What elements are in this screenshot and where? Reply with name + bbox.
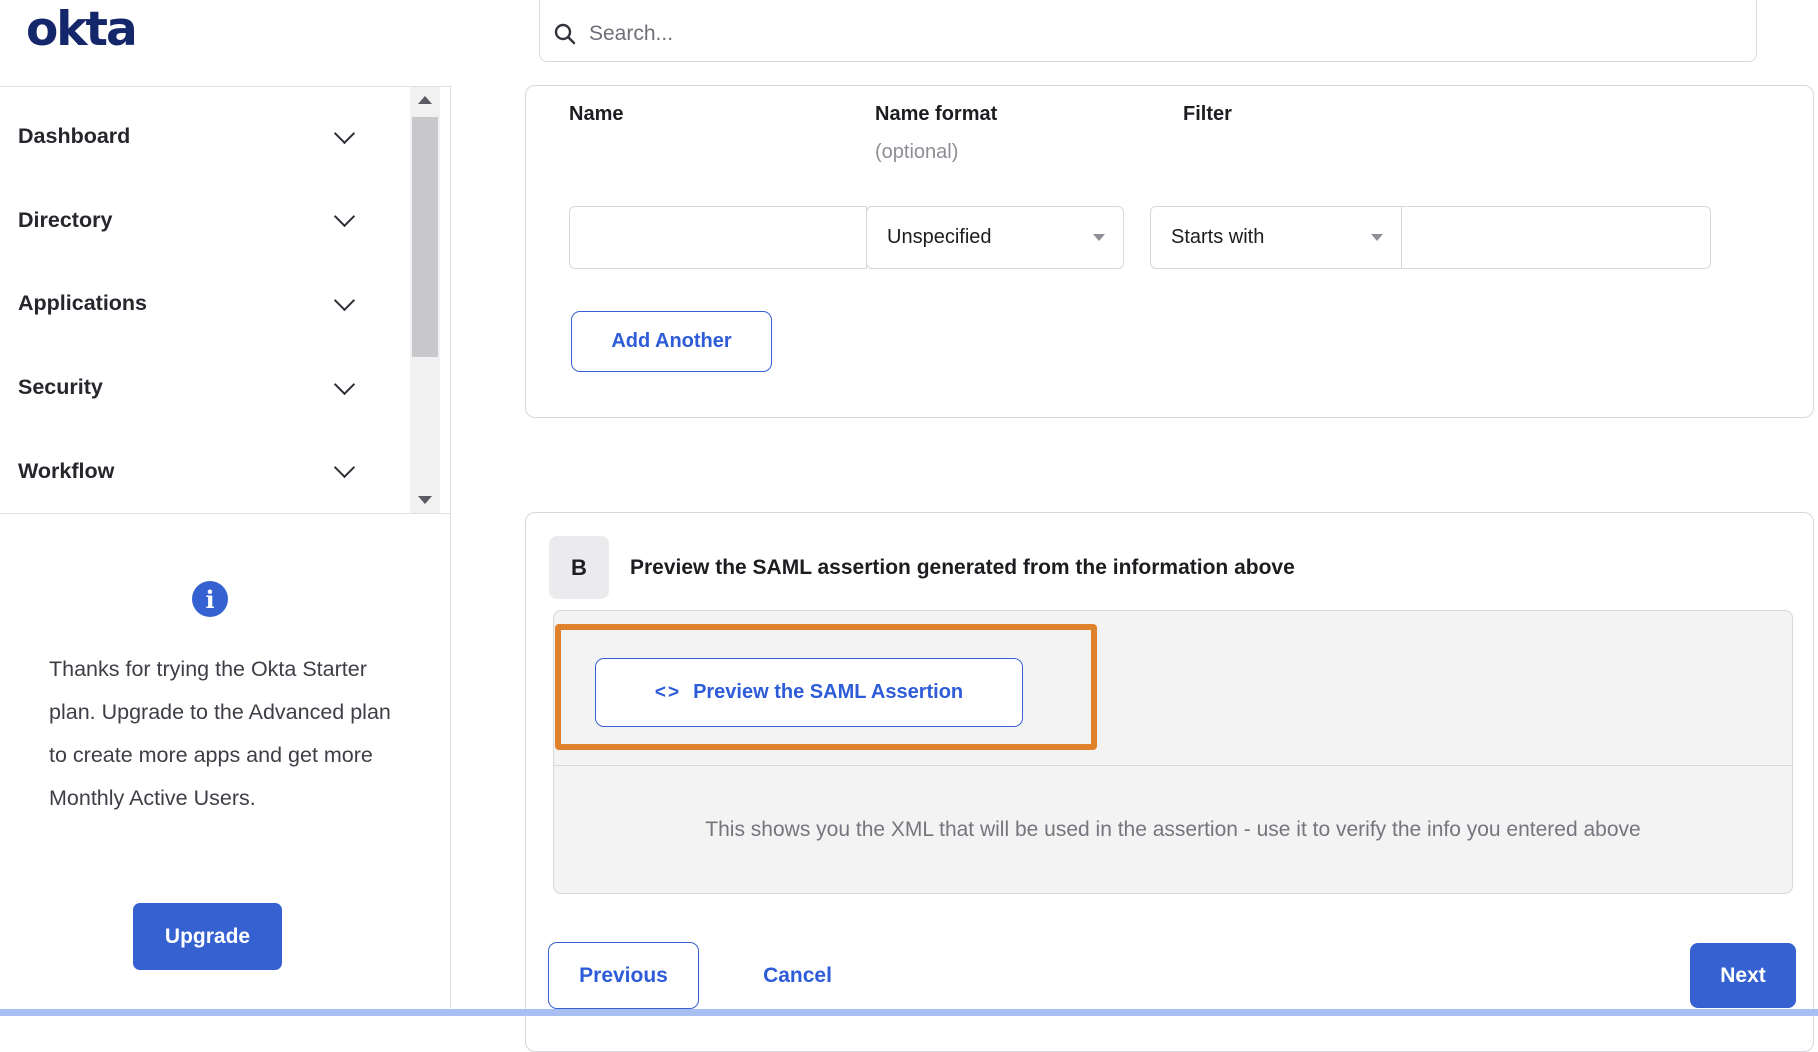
name-column-label: Name [569,103,623,126]
global-search[interactable] [539,0,1757,62]
caret-down-icon [1371,234,1383,241]
previous-button[interactable]: Previous [548,942,699,1009]
sidebar-right-divider [450,86,451,1016]
sidebar-nav: Dashboard Directory Applications Securit… [0,87,410,513]
sidebar-item-label: Applications [18,291,147,316]
preview-panel: <> Preview the SAML Assertion This shows… [553,610,1793,894]
chevron-down-icon [334,290,355,311]
chevron-down-icon [334,373,355,394]
search-input[interactable] [587,21,1756,47]
filter-value-field [1401,206,1711,269]
info-icon: i [192,581,228,617]
chevron-down-icon [334,457,355,478]
filter-operator-selected-value: Starts with [1171,226,1264,249]
search-icon [553,22,577,46]
name-input[interactable] [570,207,866,268]
preview-panel-top: <> Preview the SAML Assertion [554,611,1792,766]
preview-panel-description-area: This shows you the XML that will be used… [554,766,1792,893]
add-another-button[interactable]: Add Another [571,311,772,372]
sidebar-menu-bottom-divider [0,513,450,514]
code-icon: <> [655,682,681,704]
sidebar-item-applications[interactable]: Applications [0,262,410,346]
upgrade-button[interactable]: Upgrade [133,903,282,970]
name-format-selected-value: Unspecified [887,226,992,249]
filter-column-label: Filter [1183,103,1232,126]
okta-logo: okta [26,2,136,57]
sidebar-item-directory[interactable]: Directory [0,179,410,263]
plan-notice-text: Thanks for trying the Okta Starter plan.… [49,648,411,820]
preview-description: This shows you the XML that will be used… [705,818,1640,842]
sidebar-item-label: Directory [18,208,112,233]
sidebar-item-label: Security [18,375,103,400]
name-format-column-label: Name format [875,103,997,126]
sidebar-item-label: Workflow [18,459,114,484]
filter-operator-select[interactable]: Starts with [1150,206,1402,269]
sidebar-item-dashboard[interactable]: Dashboard [0,95,410,179]
sidebar-item-security[interactable]: Security [0,346,410,430]
sidebar-scrollbar[interactable] [410,87,440,513]
saml-preview-card: B Preview the SAML assertion generated f… [525,512,1814,1052]
chevron-down-icon [334,123,355,144]
bottom-edge-strip [0,1009,1818,1016]
name-format-select[interactable]: Unspecified [866,206,1124,269]
preview-saml-assertion-button[interactable]: <> Preview the SAML Assertion [595,658,1023,727]
name-field [569,206,867,269]
cancel-link[interactable]: Cancel [730,942,865,1009]
arrow-up-icon [418,96,432,104]
arrow-down-icon [418,496,432,504]
preview-button-label: Preview the SAML Assertion [693,681,963,704]
step-b-badge: B [549,536,609,599]
scroll-down-button[interactable] [410,487,440,513]
attribute-statements-card: Name Name format (optional) Filter Unspe… [525,85,1814,418]
filter-value-input[interactable] [1402,207,1710,268]
name-format-optional-hint: (optional) [875,141,958,164]
next-button[interactable]: Next [1690,943,1796,1008]
scroll-up-button[interactable] [410,87,440,113]
sidebar-item-workflow[interactable]: Workflow [0,429,410,513]
preview-section-title: Preview the SAML assertion generated fro… [630,536,1295,599]
caret-down-icon [1093,234,1105,241]
scrollbar-thumb[interactable] [412,117,438,357]
chevron-down-icon [334,206,355,227]
sidebar-item-label: Dashboard [18,124,130,149]
